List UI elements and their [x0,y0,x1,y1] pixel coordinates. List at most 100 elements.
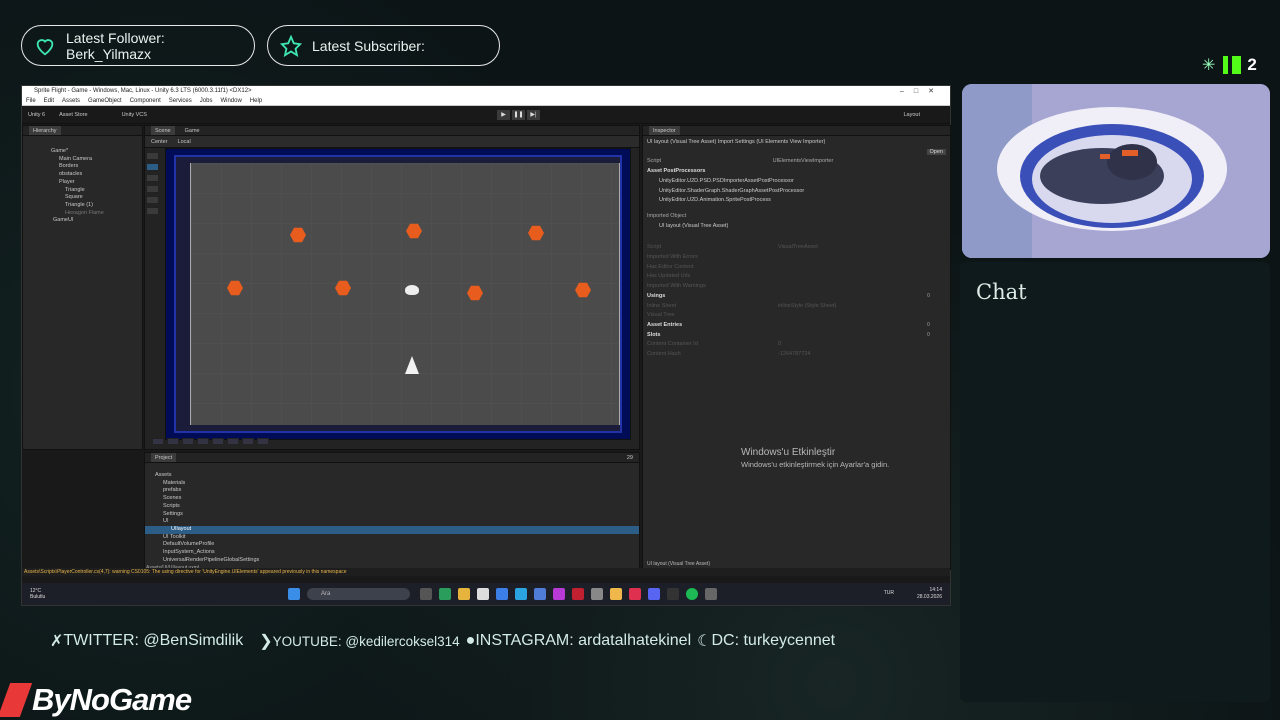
field-label[interactable]: Usings [647,293,665,299]
asset-folder[interactable]: Settings [145,511,639,519]
unity-icon[interactable] [705,588,717,600]
asset-folder[interactable]: UI Toolkit [145,534,639,542]
menu-help[interactable]: Help [250,97,262,105]
postprocessors-heading[interactable]: Asset PostProcessors [647,167,946,177]
overlay-tool-icon[interactable] [152,438,164,445]
postprocessor-item[interactable]: UnityEditor.U2D.Animation.SpritePostProc… [647,196,946,206]
tree-item[interactable]: obstacles [23,171,142,179]
tree-item[interactable]: Borders [23,163,142,171]
field-value: VisualTreeAsset [778,244,818,251]
tab-scene[interactable]: Scene [151,126,175,135]
asset-file[interactable]: InputSystem_Actions [145,549,639,557]
tab-game[interactable]: Game [185,126,200,135]
menu-gameobject[interactable]: GameObject [88,97,122,105]
asset-folder[interactable]: Scenes [145,495,639,503]
tree-item[interactable]: Main Camera [23,156,142,164]
asset-folder[interactable]: UI [145,518,639,526]
asset-file[interactable]: UniversalRenderPipelineGlobalSettings [145,557,639,565]
app-icon[interactable] [667,588,679,600]
app-icon[interactable] [515,588,527,600]
overlay-tool-icon[interactable] [257,438,269,445]
unity-hub-icon[interactable] [591,588,603,600]
app-icon[interactable] [496,588,508,600]
hand-tool-icon[interactable] [146,152,159,160]
postprocessor-item[interactable]: UnityEditor.ShaderGraph.ShaderGraphAsset… [647,187,946,197]
browser-icon[interactable] [439,588,451,600]
field-label: Visual Tree [647,312,675,319]
scale-tool-icon[interactable] [146,185,159,193]
menu-window[interactable]: Window [220,97,241,105]
overlay-tool-icon[interactable] [212,438,224,445]
asset-folder[interactable]: Scripts [145,503,639,511]
field-label: Script [647,158,662,165]
field-label[interactable]: Asset Entries [647,322,682,328]
asset-folder[interactable]: Assets [145,472,639,480]
taskview-icon[interactable] [420,588,432,600]
rotate-tool-icon[interactable] [146,174,159,182]
app-icon[interactable] [534,588,546,600]
overlay-tool-icon[interactable] [242,438,254,445]
menu-file[interactable]: File [26,97,36,105]
transform-tool-icon[interactable] [146,207,159,215]
pause-button[interactable]: ❚❚ [512,110,525,120]
webcam-feed [962,84,1270,258]
language-indicator[interactable]: TUR [884,590,894,596]
tree-item[interactable]: Square [23,194,142,202]
search-box[interactable]: Ara [307,588,410,600]
app-icon[interactable] [629,588,641,600]
postprocessor-item[interactable]: UnityEditor.U2D.PSD.PSDImporterAssetPost… [647,177,946,187]
tab-inspector[interactable]: Inspector [649,126,680,135]
overlay-tool-icon[interactable] [182,438,194,445]
play-button[interactable]: ▶ [497,110,510,120]
tab-project[interactable]: Project [151,453,177,462]
menu-services[interactable]: Services [169,97,192,105]
menu-assets[interactable]: Assets [62,97,80,105]
console-warning[interactable]: Assets\Scripts\PlayerController.cs(4,7):… [22,568,950,576]
pivot-toggle[interactable]: Center [151,136,168,147]
menu-edit[interactable]: Edit [44,97,54,105]
overlay-tool-icon[interactable] [227,438,239,445]
asset-file-selected[interactable]: UIlayout [145,525,639,534]
spotify-icon[interactable] [686,588,698,600]
overlay-tool-icon[interactable] [167,438,179,445]
clock[interactable]: 14:14 28.03.2026 [917,587,942,601]
clock-date: 28.03.2026 [916,594,942,600]
asset-store-button[interactable]: Asset Store [59,112,87,118]
scene-view[interactable] [165,148,631,440]
layout-dropdown[interactable]: Layout [903,112,920,118]
window-controls[interactable]: –□✕ [900,86,944,97]
folder-icon[interactable] [458,588,470,600]
window-titlebar: Sprite Flight - Game - Windows, Mac, Lin… [22,86,950,97]
field-label[interactable]: Slots [647,332,660,338]
gizmo-icon[interactable] [405,285,419,295]
vcs-button[interactable]: Unity VCS [122,112,147,118]
space-toggle[interactable]: Local [178,136,191,147]
asset-folder[interactable]: Materials [145,480,639,488]
tree-item[interactable]: Triangle [23,187,142,195]
app-icon[interactable] [572,588,584,600]
asset-folder[interactable]: prefabs [145,487,639,495]
weather-widget[interactable]: 12°C Bulutlu [30,588,45,600]
tree-item[interactable]: Player [23,179,142,187]
app-icon[interactable] [553,588,565,600]
rect-tool-icon[interactable] [146,196,159,204]
menu-component[interactable]: Component [130,97,161,105]
start-icon[interactable] [288,588,300,600]
move-tool-icon[interactable] [146,163,159,171]
app-icon[interactable] [610,588,622,600]
asset-file[interactable]: DefaultVolumeProfile [145,541,639,549]
store-icon[interactable] [477,588,489,600]
tree-item[interactable]: Triangle (1) [23,202,142,210]
field-value: 0 [778,341,782,348]
step-button[interactable]: ▶| [527,110,540,120]
tab-hierarchy[interactable]: Hierarchy [29,126,61,135]
tree-item[interactable]: Game* [23,148,142,156]
tree-item[interactable]: GameUI [23,217,142,225]
discord-icon[interactable] [648,588,660,600]
player-ship[interactable] [405,356,419,374]
account-button[interactable]: Unity 6 [28,112,45,118]
tree-item[interactable]: Hexagon Flame [23,210,142,218]
overlay-tool-icon[interactable] [197,438,209,445]
menu-jobs[interactable]: Jobs [200,97,213,105]
open-button[interactable]: Open [926,148,946,155]
